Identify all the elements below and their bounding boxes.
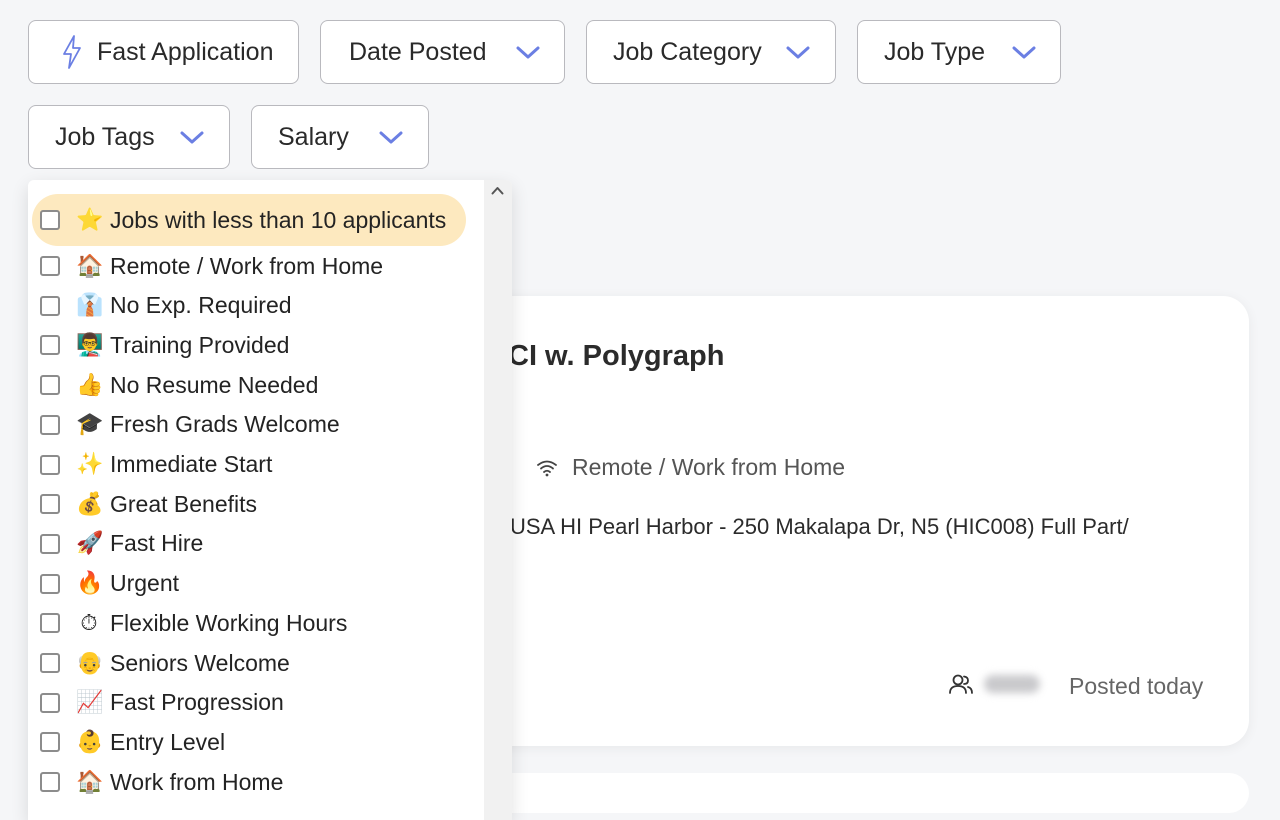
job-tag-emoji-icon: 🚀 bbox=[76, 531, 104, 557]
blurred-applicant-number bbox=[984, 675, 1040, 693]
job-tag-emoji-icon: 👔 bbox=[76, 293, 104, 319]
work-mode: Remote / Work from Home bbox=[536, 454, 845, 481]
job-tag-label: Fresh Grads Welcome bbox=[110, 411, 340, 438]
job-tag-emoji-icon: 👨‍🏫 bbox=[76, 332, 104, 358]
wifi-icon bbox=[537, 460, 557, 476]
salary-label: Salary bbox=[278, 122, 349, 151]
job-tag-label: Entry Level bbox=[110, 728, 226, 755]
scroll-up-arrow-icon[interactable] bbox=[491, 186, 504, 195]
job-tag-label: Flexible Working Hours bbox=[110, 609, 348, 636]
job-tag-checkbox[interactable] bbox=[40, 533, 60, 554]
job-tag-label: Fast Progression bbox=[110, 689, 284, 716]
job-tag-option[interactable]: 🏠 Remote / Work from Home bbox=[32, 246, 383, 286]
job-tag-checkbox[interactable] bbox=[40, 375, 60, 396]
job-tag-option[interactable]: 🎓 Fresh Grads Welcome bbox=[32, 405, 340, 445]
job-tag-checkbox[interactable] bbox=[40, 692, 60, 713]
job-tags-dropdown[interactable]: Job Tags bbox=[28, 105, 230, 169]
job-tag-option[interactable]: ✨ Immediate Start bbox=[32, 445, 272, 485]
job-tag-checkbox[interactable] bbox=[40, 454, 60, 475]
job-tag-label: Training Provided bbox=[110, 331, 290, 358]
job-tag-label: Great Benefits bbox=[110, 490, 258, 517]
job-tag-checkbox[interactable] bbox=[40, 494, 60, 515]
job-category-label: Job Category bbox=[613, 37, 762, 66]
fast-application-label: Fast Application bbox=[97, 37, 274, 66]
job-tag-label: Seniors Welcome bbox=[110, 649, 290, 676]
job-tag-emoji-icon: ⏱ bbox=[80, 610, 98, 636]
chevron-down-icon bbox=[180, 131, 204, 144]
job-tag-option[interactable]: ⏱ Flexible Working Hours bbox=[32, 603, 347, 643]
job-tag-checkbox[interactable] bbox=[40, 732, 60, 753]
job-tag-checkbox[interactable] bbox=[40, 256, 60, 276]
chevron-down-icon bbox=[516, 46, 540, 59]
job-tag-checkbox[interactable] bbox=[40, 653, 60, 673]
job-tag-checkbox[interactable] bbox=[40, 210, 60, 230]
job-tag-label: No Resume Needed bbox=[110, 371, 319, 398]
date-posted-label: Date Posted bbox=[349, 37, 487, 66]
job-title[interactable]: CI w. Polygraph bbox=[508, 340, 724, 373]
job-tag-option[interactable]: 👔 No Exp. Required bbox=[32, 286, 292, 326]
job-tag-checkbox[interactable] bbox=[40, 335, 60, 356]
job-tag-option[interactable]: 🔥 Urgent bbox=[32, 564, 179, 604]
job-tag-option[interactable]: 💰 Great Benefits bbox=[32, 484, 257, 524]
job-tags-menu[interactable]: ⭐ Jobs with less than 10 applicants 🏠 Remot… bbox=[28, 180, 512, 820]
job-type-label: Job Type bbox=[884, 37, 986, 66]
job-tag-checkbox[interactable] bbox=[40, 295, 60, 316]
job-tag-label: Jobs with less than 10 applicants bbox=[110, 206, 447, 233]
job-tag-option[interactable]: 🏠 Work from Home bbox=[32, 762, 283, 802]
job-tag-label: Immediate Start bbox=[110, 451, 273, 477]
job-tag-label: Remote / Work from Home bbox=[110, 252, 384, 279]
job-card-next[interactable] bbox=[462, 773, 1249, 813]
job-tag-label: Urgent bbox=[110, 570, 180, 597]
job-location: USA HI Pearl Harbor - 250 Makalapa Dr, N… bbox=[510, 514, 1129, 539]
job-card[interactable]: CI w. Polygraph Remote / Work from Home … bbox=[462, 296, 1249, 746]
job-tag-checkbox[interactable] bbox=[40, 772, 60, 793]
job-tag-option[interactable]: 🚀 Fast Hire bbox=[32, 524, 203, 564]
job-tag-option[interactable]: 👨‍🏫 Training Provided bbox=[32, 325, 289, 365]
job-tag-option[interactable]: ⭐ Jobs with less than 10 applicants bbox=[32, 194, 466, 246]
job-tag-emoji-icon: ✨ bbox=[76, 452, 104, 477]
job-tag-label: Work from Home bbox=[110, 768, 284, 795]
job-tag-checkbox[interactable] bbox=[40, 414, 60, 435]
job-tag-option[interactable]: 📈 Fast Progression bbox=[32, 683, 284, 723]
job-tag-checkbox[interactable] bbox=[40, 573, 60, 594]
job-tag-option[interactable]: 👶 Entry Level bbox=[32, 722, 225, 762]
job-type-dropdown[interactable]: Job Type bbox=[857, 20, 1061, 84]
fast-application-button[interactable]: Fast Application bbox=[28, 20, 299, 84]
job-category-dropdown[interactable]: Job Category bbox=[586, 20, 836, 84]
date-posted-dropdown[interactable]: Date Posted bbox=[320, 20, 565, 84]
job-tag-checkbox[interactable] bbox=[40, 613, 60, 634]
chevron-down-icon bbox=[786, 46, 810, 59]
job-tag-label: Fast Hire bbox=[110, 530, 204, 557]
job-tag-emoji-icon: 💰 bbox=[76, 491, 104, 517]
job-tag-emoji-icon: 🔥 bbox=[76, 571, 104, 597]
scrollbar[interactable] bbox=[484, 180, 512, 820]
job-tags-label: Job Tags bbox=[55, 122, 155, 151]
job-tag-emoji-icon: 👶 bbox=[76, 729, 104, 755]
job-tag-emoji-icon: 🏠 bbox=[76, 253, 104, 279]
applicant-count bbox=[948, 672, 1040, 696]
job-tag-emoji-icon: 🎓 bbox=[76, 412, 104, 438]
work-mode-label: Remote / Work from Home bbox=[572, 454, 846, 480]
chevron-down-icon bbox=[379, 131, 403, 144]
job-tag-label: No Exp. Required bbox=[110, 292, 292, 319]
posted-date: Posted today bbox=[1069, 673, 1204, 699]
users-icon bbox=[949, 674, 973, 694]
job-tag-emoji-icon: 👍 bbox=[76, 372, 104, 398]
lightning-icon bbox=[63, 35, 81, 69]
chevron-down-icon bbox=[1012, 46, 1036, 59]
job-tag-emoji-icon: 📈 bbox=[76, 690, 104, 716]
job-tag-emoji-icon: ⭐ bbox=[76, 207, 104, 233]
job-tag-option[interactable]: 👴 Seniors Welcome bbox=[32, 643, 290, 683]
job-tag-option[interactable]: 👍 No Resume Needed bbox=[32, 365, 318, 405]
salary-dropdown[interactable]: Salary bbox=[251, 105, 429, 169]
job-tag-emoji-icon: 👴 bbox=[76, 650, 104, 676]
